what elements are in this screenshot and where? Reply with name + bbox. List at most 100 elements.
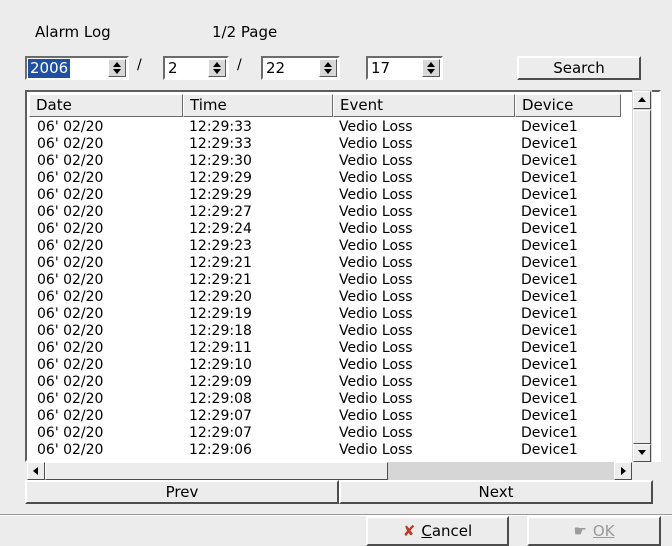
table-row[interactable]: 06' 02/20 12:29:23 Vedio Loss Device1 bbox=[27, 238, 627, 255]
cell-time: 12:29:08 bbox=[189, 391, 252, 407]
ok-button[interactable]: ☛ OK bbox=[527, 516, 661, 546]
cell-time: 12:29:33 bbox=[189, 136, 252, 152]
table-row[interactable]: 06' 02/20 12:29:27 Vedio Loss Device1 bbox=[27, 204, 627, 221]
month-value[interactable]: 2 bbox=[166, 59, 180, 78]
table-row[interactable]: 06' 02/20 12:29:24 Vedio Loss Device1 bbox=[27, 221, 627, 238]
cell-device: Device1 bbox=[521, 340, 578, 356]
cell-time: 12:29:07 bbox=[189, 425, 252, 441]
prev-button[interactable]: Prev bbox=[25, 480, 339, 504]
month-spin-arrows[interactable] bbox=[208, 59, 226, 77]
spin-down-icon[interactable] bbox=[427, 69, 435, 74]
table-row[interactable]: 06' 02/20 12:29:29 Vedio Loss Device1 bbox=[27, 170, 627, 187]
table-row[interactable]: 06' 02/20 12:29:21 Vedio Loss Device1 bbox=[27, 272, 627, 289]
horizontal-scrollbar[interactable] bbox=[27, 462, 632, 480]
table-row[interactable]: 06' 02/20 12:29:19 Vedio Loss Device1 bbox=[27, 306, 627, 323]
spin-down-icon[interactable] bbox=[113, 69, 121, 74]
cell-date: 06' 02/20 bbox=[37, 340, 104, 356]
hour-value[interactable]: 17 bbox=[369, 59, 392, 78]
table-row[interactable]: 06' 02/20 12:29:07 Vedio Loss Device1 bbox=[27, 408, 627, 425]
column-header-time[interactable]: Time bbox=[183, 94, 333, 117]
cell-event: Vedio Loss bbox=[339, 272, 413, 288]
scroll-up-button[interactable] bbox=[633, 91, 651, 109]
column-header-date[interactable]: Date bbox=[29, 94, 183, 117]
month-spinbox[interactable]: 2 bbox=[163, 56, 229, 80]
arrow-down-icon bbox=[638, 450, 646, 455]
table-row[interactable]: 06' 02/20 12:29:08 Vedio Loss Device1 bbox=[27, 391, 627, 408]
cell-date: 06' 02/20 bbox=[37, 374, 104, 390]
cell-event: Vedio Loss bbox=[339, 374, 413, 390]
table-row[interactable]: 06' 02/20 12:29:21 Vedio Loss Device1 bbox=[27, 255, 627, 272]
spin-down-icon[interactable] bbox=[324, 69, 332, 74]
year-value[interactable]: 2006 bbox=[28, 59, 71, 78]
spin-down-icon[interactable] bbox=[213, 69, 221, 74]
table-row[interactable]: 06' 02/20 12:29:33 Vedio Loss Device1 bbox=[27, 119, 627, 136]
cell-device: Device1 bbox=[521, 289, 578, 305]
day-spin-arrows[interactable] bbox=[319, 59, 337, 77]
cell-date: 06' 02/20 bbox=[37, 391, 104, 407]
cell-device: Device1 bbox=[521, 221, 578, 237]
table-row[interactable]: 06' 02/20 12:29:18 Vedio Loss Device1 bbox=[27, 323, 627, 340]
column-header-event[interactable]: Event bbox=[333, 94, 515, 117]
cross-icon: ✘ bbox=[402, 522, 416, 540]
cell-time: 12:29:19 bbox=[189, 306, 252, 322]
spin-up-icon[interactable] bbox=[324, 62, 332, 67]
window-title: Alarm Log bbox=[35, 23, 111, 41]
scroll-thumb[interactable] bbox=[633, 110, 651, 444]
scroll-down-button[interactable] bbox=[633, 444, 651, 462]
next-button[interactable]: Next bbox=[339, 480, 653, 504]
cell-event: Vedio Loss bbox=[339, 357, 413, 373]
cell-date: 06' 02/20 bbox=[37, 221, 104, 237]
day-value[interactable]: 22 bbox=[264, 59, 287, 78]
year-spin-arrows[interactable] bbox=[108, 59, 126, 77]
cell-event: Vedio Loss bbox=[339, 204, 413, 220]
hour-spinbox[interactable]: 17 bbox=[366, 56, 443, 80]
cell-date: 06' 02/20 bbox=[37, 153, 104, 169]
spin-up-icon[interactable] bbox=[213, 62, 221, 67]
scroll-left-button[interactable] bbox=[27, 462, 45, 480]
cell-device: Device1 bbox=[521, 170, 578, 186]
cell-date: 06' 02/20 bbox=[37, 238, 104, 254]
cell-device: Device1 bbox=[521, 374, 578, 390]
cell-date: 06' 02/20 bbox=[37, 357, 104, 373]
table-row[interactable]: 06' 02/20 12:29:20 Vedio Loss Device1 bbox=[27, 289, 627, 306]
cell-device: Device1 bbox=[521, 272, 578, 288]
cell-device: Device1 bbox=[521, 119, 578, 135]
table-row[interactable]: 06' 02/20 12:29:06 Vedio Loss Device1 bbox=[27, 442, 627, 459]
vertical-scrollbar[interactable] bbox=[632, 90, 652, 462]
cell-time: 12:29:33 bbox=[189, 119, 252, 135]
cell-device: Device1 bbox=[521, 238, 578, 254]
table-row[interactable]: 06' 02/20 12:29:30 Vedio Loss Device1 bbox=[27, 153, 627, 170]
cell-date: 06' 02/20 bbox=[37, 255, 104, 271]
table-row[interactable]: 06' 02/20 12:29:10 Vedio Loss Device1 bbox=[27, 357, 627, 374]
cell-device: Device1 bbox=[521, 442, 578, 458]
cell-date: 06' 02/20 bbox=[37, 289, 104, 305]
cell-device: Device1 bbox=[521, 306, 578, 322]
table-row[interactable]: 06' 02/20 12:29:07 Vedio Loss Device1 bbox=[27, 425, 627, 442]
table-row[interactable]: 06' 02/20 12:29:09 Vedio Loss Device1 bbox=[27, 374, 627, 391]
hour-spin-arrows[interactable] bbox=[422, 59, 440, 77]
spin-up-icon[interactable] bbox=[113, 62, 121, 67]
spin-up-icon[interactable] bbox=[427, 62, 435, 67]
day-spinbox[interactable]: 22 bbox=[261, 56, 340, 80]
cell-event: Vedio Loss bbox=[339, 238, 413, 254]
ok-label: OK bbox=[592, 522, 615, 540]
year-spinbox[interactable]: 2006 bbox=[25, 56, 129, 80]
cell-event: Vedio Loss bbox=[339, 221, 413, 237]
table-row[interactable]: 06' 02/20 12:29:11 Vedio Loss Device1 bbox=[27, 340, 627, 357]
cell-event: Vedio Loss bbox=[339, 340, 413, 356]
alarm-list[interactable]: Date Time Event Device 06' 02/20 12:29:33… bbox=[25, 90, 661, 462]
column-header-device[interactable]: Device bbox=[515, 94, 621, 117]
hscroll-thumb[interactable] bbox=[45, 462, 388, 480]
cell-device: Device1 bbox=[521, 153, 578, 169]
scroll-right-button[interactable] bbox=[614, 462, 632, 480]
table-row[interactable]: 06' 02/20 12:29:33 Vedio Loss Device1 bbox=[27, 136, 627, 153]
cell-time: 12:29:18 bbox=[189, 323, 252, 339]
cell-device: Device1 bbox=[521, 408, 578, 424]
cell-date: 06' 02/20 bbox=[37, 306, 104, 322]
cell-date: 06' 02/20 bbox=[37, 187, 104, 203]
cancel-button[interactable]: ✘ Cancel bbox=[366, 516, 509, 546]
arrow-left-icon bbox=[33, 467, 38, 475]
table-row[interactable]: 06' 02/20 12:29:29 Vedio Loss Device1 bbox=[27, 187, 627, 204]
cell-time: 12:29:07 bbox=[189, 408, 252, 424]
search-button[interactable]: Search bbox=[517, 56, 641, 80]
